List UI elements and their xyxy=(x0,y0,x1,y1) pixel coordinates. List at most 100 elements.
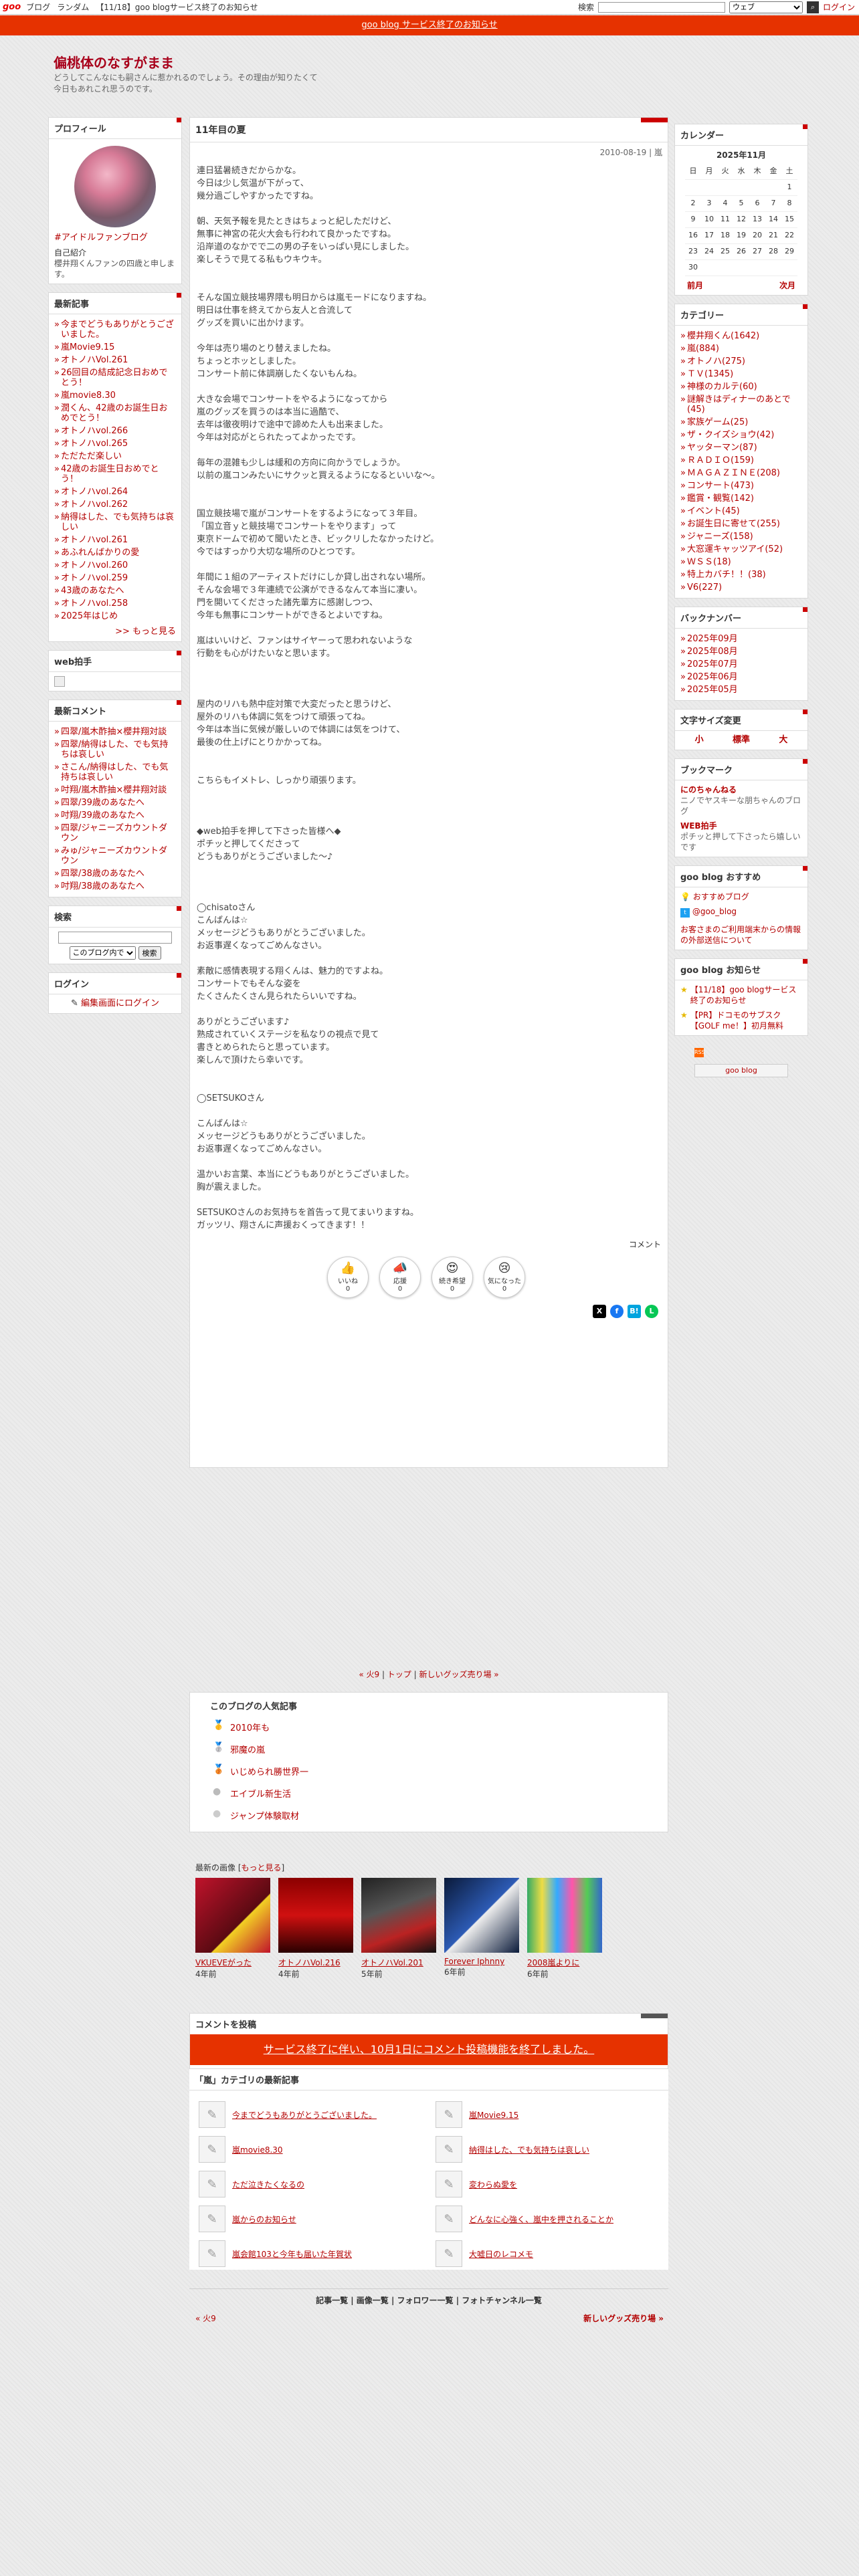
comment-item[interactable]: 四翠/39歳のあなたへ xyxy=(54,796,176,809)
category-latest-item[interactable]: ✎ ただ泣きたくなるの xyxy=(199,2167,422,2202)
category-latest-item[interactable]: ✎ 嵐からのお知らせ xyxy=(199,2202,422,2236)
goo-blog-badge[interactable]: goo blog xyxy=(694,1063,788,1077)
comment-item-link[interactable]: 四翠/ジャニーズカウントダウン xyxy=(61,823,167,843)
category-item-link[interactable]: お誕生日に寄せて(255) xyxy=(687,519,780,529)
category-item-link[interactable]: ザ・クイズショウ(42) xyxy=(687,430,774,440)
latest-item-link[interactable]: 嵐movie8.30 xyxy=(61,391,116,401)
latest-item[interactable]: オトノハvol.266 xyxy=(54,425,176,437)
reaction-button[interactable]: 📣 応援 0 xyxy=(379,1257,421,1298)
category-latest-item[interactable]: ✎ どんなに心強く、嵐中を押されることか xyxy=(436,2202,659,2236)
image-item[interactable]: オトノハVol.201 5年前 xyxy=(361,1878,436,1979)
latest-item[interactable]: オトノハvol.262 xyxy=(54,498,176,511)
latest-item-link[interactable]: あふれんばかりの愛 xyxy=(61,548,139,558)
category-latest-link[interactable]: ただ泣きたくなるの xyxy=(232,2179,304,2190)
goo-notice-item-1[interactable]: 【11/18】goo blogサービス終了のお知らせ xyxy=(690,984,802,1006)
category-item-link[interactable]: ＭＡＧＡＺＩＮＥ(208) xyxy=(687,468,780,478)
ranking-link[interactable]: 2010年も xyxy=(230,1723,270,1733)
category-latest-item[interactable]: ✎ 今までどうもありがとうございました。 xyxy=(199,2097,422,2132)
category-item[interactable]: ＷＳＳ(18) xyxy=(680,556,802,568)
category-item-link[interactable]: 嵐(884) xyxy=(687,344,719,354)
ranking-item[interactable]: 🥈 邪魔の嵐 xyxy=(210,1738,648,1760)
latest-item-link[interactable]: オトノハvol.266 xyxy=(61,426,128,436)
latest-more-link[interactable]: >> もっと見る xyxy=(115,627,176,637)
category-item[interactable]: イベント(45) xyxy=(680,505,802,518)
latest-item[interactable]: 今までどうもありがとうございました。 xyxy=(54,318,176,341)
latest-item-link[interactable]: オトノハvol.264 xyxy=(61,487,128,497)
category-item[interactable]: V6(227) xyxy=(680,581,802,594)
category-item[interactable]: ＲＡＤＩＯ(159) xyxy=(680,454,802,467)
edit-login-link[interactable]: 編集画面にログイン xyxy=(81,998,159,1008)
comment-item-link[interactable]: 吋翔/38歳のあなたへ xyxy=(61,881,145,891)
comment-item-link[interactable]: 四翠/39歳のあなたへ xyxy=(61,798,145,808)
bookmark-nino[interactable]: にのちゃんねる xyxy=(680,784,802,795)
ranking-item[interactable]: ● ジャンプ体験取材 xyxy=(210,1804,648,1826)
line-share-icon[interactable]: L xyxy=(645,1305,658,1318)
comment-item-link[interactable]: 四翠/38歳のあなたへ xyxy=(61,869,145,879)
x-share-icon[interactable]: X xyxy=(593,1305,606,1318)
category-latest-link[interactable]: 嵐Movie9.15 xyxy=(469,2109,518,2121)
latest-item-link[interactable]: 26回目の結成記念日おめでとう！ xyxy=(61,368,168,388)
category-latest-link[interactable]: 嵐からのお知らせ xyxy=(232,2214,296,2225)
latest-item-link[interactable]: オトノハvol.262 xyxy=(61,500,128,510)
backnumber-item[interactable]: 2025年07月 xyxy=(680,658,802,671)
latest-item[interactable]: 潤くん、42歳のお誕生日おめでとう！ xyxy=(54,402,176,425)
latest-item-link[interactable]: オトノハvol.260 xyxy=(61,560,128,570)
entry-title[interactable]: 11年目の夏 xyxy=(190,118,668,142)
footer-prev[interactable]: « 火9 xyxy=(195,2313,216,2324)
category-item[interactable]: 神様のカルテ(60) xyxy=(680,381,802,393)
latest-item-link[interactable]: オトノハvol.258 xyxy=(61,599,128,609)
calendar-prev[interactable]: 前月 xyxy=(687,280,703,291)
backnumber-item[interactable]: 2025年09月 xyxy=(680,633,802,645)
category-item-link[interactable]: ヤッターマン(87) xyxy=(687,443,757,453)
ranking-item[interactable]: ● エイブル新生活 xyxy=(210,1782,648,1804)
image-item[interactable]: 2008嵐よりに 6年前 xyxy=(527,1878,602,1979)
nav-blog[interactable]: ブログ xyxy=(26,1,50,13)
category-item[interactable]: 大窓運キャッツアイ(52) xyxy=(680,543,802,556)
facebook-share-icon[interactable]: f xyxy=(610,1305,624,1318)
category-latest-item[interactable]: ✎ 大嘘日のレコメモ xyxy=(436,2236,659,2271)
category-item-link[interactable]: ジャニーズ(158) xyxy=(687,532,753,542)
comment-item[interactable]: 吋翔/嵐木酢抽×櫻井翔対談 xyxy=(54,784,176,796)
image-item[interactable]: VKUEVEがった 4年前 xyxy=(195,1878,270,1979)
nav-notice[interactable]: 【11/18】goo blogサービス終了のお知らせ xyxy=(96,1,258,13)
image-title[interactable]: オトノハVol.201 xyxy=(361,1957,436,1968)
latest-item[interactable]: あふれんばかりの愛 xyxy=(54,546,176,559)
comment-item[interactable]: 四翠/嵐木酢抽×櫻井翔対談 xyxy=(54,726,176,738)
goo-logo[interactable]: goo xyxy=(3,2,21,12)
backnumber-item[interactable]: 2025年08月 xyxy=(680,645,802,658)
comment-end-banner[interactable]: サービス終了に伴い、10月1日にコメント投稿機能を終了しました。 xyxy=(190,2034,668,2065)
category-latest-link[interactable]: 大嘘日のレコメモ xyxy=(469,2248,533,2260)
comment-item[interactable]: 吋翔/38歳のあなたへ xyxy=(54,880,176,893)
fanclub-link[interactable]: #アイドルファンブログ xyxy=(54,233,176,243)
category-item-link[interactable]: 櫻井翔くん(1642) xyxy=(687,331,759,341)
calendar-next[interactable]: 次月 xyxy=(779,280,795,291)
ranking-link[interactable]: ジャンプ体験取材 xyxy=(230,1812,299,1822)
comment-count-label[interactable]: コメント xyxy=(190,1232,668,1250)
comment-item[interactable]: 吋翔/39歳のあなたへ xyxy=(54,809,176,822)
category-item[interactable]: 特上カバチ！！(38) xyxy=(680,568,802,581)
latest-item-link[interactable]: 納得はした、でも気持ちは哀しい xyxy=(61,512,174,532)
latest-item-link[interactable]: 嵐Movie9.15 xyxy=(61,342,114,352)
image-thumbnail[interactable] xyxy=(444,1878,519,1953)
blog-title[interactable]: 偏桃体のなすがまま xyxy=(54,52,174,72)
latest-item[interactable]: オトノハvol.261 xyxy=(54,534,176,546)
category-item-link[interactable]: ＴＶ(1345) xyxy=(687,369,733,379)
latest-item-link[interactable]: 42歳のお誕生日おめでとう！ xyxy=(61,464,159,484)
latest-item-link[interactable]: ただただ楽しい xyxy=(61,451,122,461)
reaction-button[interactable]: 😢 気になった 0 xyxy=(484,1257,525,1298)
image-item[interactable]: オトノハVol.216 4年前 xyxy=(278,1878,353,1979)
service-end-notice-link[interactable]: goo blog サービス終了のお知らせ xyxy=(361,20,497,30)
latest-item-link[interactable]: 今までどうもありがとうございました。 xyxy=(61,320,174,340)
latest-item-link[interactable]: オトノハvol.259 xyxy=(61,573,128,583)
category-item-link[interactable]: 神様のカルテ(60) xyxy=(687,382,757,392)
comment-item-link[interactable]: 吋翔/嵐木酢抽×櫻井翔対談 xyxy=(61,785,167,795)
category-item-link[interactable]: ＷＳＳ(18) xyxy=(687,557,731,567)
category-item[interactable]: 鑑賞・観覧(142) xyxy=(680,492,802,505)
category-latest-link[interactable]: どんなに心強く、嵐中を押されることか xyxy=(469,2214,613,2225)
ranking-item[interactable]: 🥉 いじめられ勝世界一 xyxy=(210,1760,648,1782)
goo-blog-twitter-link[interactable]: @goo_blog xyxy=(692,907,737,916)
ranking-link[interactable]: 邪魔の嵐 xyxy=(230,1745,265,1755)
category-latest-item[interactable]: ✎ 嵐movie8.30 xyxy=(199,2132,422,2167)
comment-item-link[interactable]: みゅ/ジャニーズカウントダウン xyxy=(61,846,167,866)
service-end-notice[interactable]: goo blog サービス終了のお知らせ xyxy=(0,15,859,35)
